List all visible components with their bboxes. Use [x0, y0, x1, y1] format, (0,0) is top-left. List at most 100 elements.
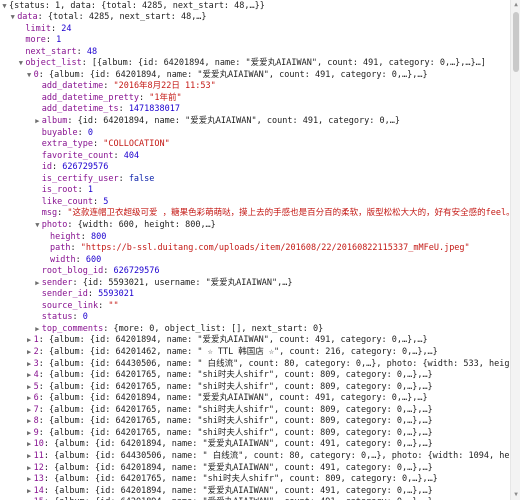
json-tree-row: next_start: 48 — [16, 47, 97, 59]
json-tree-node-row[interactable]: ▶ sender: {id: 5593021, username: "爱爱丸AIA… — [33, 278, 292, 290]
collapse-right-triangle-icon[interactable]: ▶ — [25, 463, 34, 475]
vertical-scrollbar[interactable]: ▲ ▼ — [510, 0, 520, 500]
json-preview-text: : {album: {id: 64201765, name: "shi时夫人sh… — [38, 381, 433, 392]
collapse-right-triangle-icon[interactable]: ▶ — [25, 474, 34, 486]
json-number-value: 1 — [87, 185, 93, 196]
json-tree-node-row[interactable]: ▶ 2: {album: {id: 64201462, name: " ☆ TTL… — [25, 347, 438, 359]
json-preview-text: : — [70, 243, 81, 254]
json-key: top_comments — [41, 323, 104, 334]
collapse-right-triangle-icon[interactable]: ▶ — [25, 370, 34, 382]
json-tree-node-row[interactable]: ▶ album: {id: 64201894, name: "爱爱丸AIAIWAN… — [33, 116, 400, 128]
json-preview-text: : — [57, 208, 68, 219]
json-tree-node-row[interactable]: ▼ 0: {album: {id: 64201894, name: "爱爱丸AIA… — [25, 70, 428, 82]
json-key: id — [41, 162, 53, 173]
json-tree-node-row[interactable]: ▶ 1: {album: {id: 64201894, name: "爱爱丸AIA… — [25, 335, 428, 347]
expand-down-triangle-icon[interactable]: ▼ — [25, 70, 34, 82]
json-key: object_list — [25, 58, 82, 69]
json-string-value: "2016年8月22日 11:53" — [113, 81, 216, 92]
collapse-right-triangle-icon[interactable]: ▶ — [25, 451, 34, 463]
collapse-right-triangle-icon[interactable]: ▶ — [33, 116, 42, 128]
expand-down-triangle-icon[interactable]: ▼ — [0, 1, 9, 13]
json-tree-node-row[interactable]: ▶ 10: {album: {id: 64201894, name: "爱爱丸AI… — [25, 439, 433, 451]
json-preview-text: : — [92, 196, 104, 207]
collapse-right-triangle-icon[interactable]: ▶ — [33, 278, 42, 290]
json-tree-row: favorite_count: 404 — [33, 151, 139, 163]
json-key: root_blog_id — [41, 266, 104, 277]
json-key: extra_type — [41, 139, 93, 150]
json-preview-text: : — [139, 92, 150, 103]
scroll-down-arrow-icon[interactable]: ▼ — [511, 490, 520, 500]
json-boolean-value: false — [128, 173, 155, 184]
json-tree-row: width: 600 — [41, 255, 101, 267]
json-tree-node-row[interactable]: ▶ 7: {album: {id: 64201765, name: "shi时夫人… — [25, 405, 433, 417]
json-tree-node-row[interactable]: ▼ {status: 1, data: {total: 4285, next_st… — [0, 1, 264, 13]
json-number-value: 0 — [87, 127, 93, 138]
json-key: next_start — [25, 46, 77, 57]
expand-down-triangle-icon[interactable]: ▼ — [8, 12, 17, 24]
json-tree-node-row[interactable]: ▶ 14: {album: {id: 64201894, name: "爱爱丸AI… — [25, 486, 433, 498]
collapse-right-triangle-icon[interactable]: ▶ — [25, 428, 34, 440]
json-key: msg — [41, 208, 58, 219]
expand-down-triangle-icon[interactable]: ▼ — [33, 220, 42, 232]
json-number-value: 1471838017 — [128, 104, 180, 115]
json-tree-node-row[interactable]: ▶ 4: {album: {id: 64201765, name: "shi时夫人… — [25, 370, 433, 382]
collapse-right-triangle-icon[interactable]: ▶ — [25, 359, 34, 371]
json-tree-row: add_datetime_ts: 1471838017 — [33, 104, 180, 116]
json-preview-text: : — [103, 266, 114, 277]
json-key: 14 — [33, 485, 44, 496]
json-key: 11 — [33, 450, 44, 461]
json-key: add_datetime — [41, 81, 104, 92]
collapse-right-triangle-icon[interactable]: ▶ — [25, 335, 34, 347]
json-tree-node-row[interactable]: ▼ object_list: [{album: {id: 64201894, na… — [16, 58, 486, 70]
json-tree-node-row[interactable]: ▶ 9: {album: {id: 64201765, name: "shi时夫人… — [25, 428, 433, 440]
json-preview-text: : {album: {id: 64201894, name: "爱爱丸AIAIW… — [43, 485, 433, 496]
json-number-value: 0 — [82, 312, 88, 323]
json-tree-node-row[interactable]: ▼ data: {total: 4285, next_start: 48,…} — [8, 12, 207, 24]
json-string-value: "COLLOCATION" — [103, 139, 170, 150]
json-number-value: 1 — [56, 35, 62, 46]
json-tree-row: like_count: 5 — [33, 197, 109, 209]
json-key: 13 — [33, 474, 44, 485]
collapse-right-triangle-icon[interactable]: ▶ — [25, 347, 34, 359]
json-tree-row: path: "https://b-ssl.duitang.com/uploads… — [41, 243, 470, 255]
json-preview-text: : — [52, 162, 63, 173]
json-preview-text: : {album: {id: 64430506, name: " 白线流", c… — [43, 450, 510, 461]
scroll-up-arrow-icon[interactable]: ▲ — [511, 0, 520, 10]
json-tree-row: sender_id: 5593021 — [33, 289, 134, 301]
collapse-right-triangle-icon[interactable]: ▶ — [25, 486, 34, 498]
collapse-right-triangle-icon[interactable]: ▶ — [25, 439, 34, 451]
json-number-value: 600 — [85, 254, 102, 265]
json-tree-node-row[interactable]: ▶ 3: {album: {id: 64430506, name: " 白线流",… — [25, 359, 510, 371]
json-preview-text: : {album: {id: 64201765, name: "shi时夫人sh… — [38, 404, 433, 415]
json-tree-row: source_link: "" — [33, 301, 119, 313]
collapse-right-triangle-icon[interactable]: ▶ — [25, 393, 34, 405]
collapse-right-triangle-icon[interactable]: ▶ — [33, 324, 42, 336]
json-preview-text: : {album: {id: 64201765, name: "shi时夫人sh… — [38, 427, 433, 438]
json-string-value: "https://b-ssl.duitang.com/uploads/item/… — [80, 243, 470, 254]
json-preview-text: : {album: {id: 64201765, name: "shi时夫人sh… — [38, 416, 433, 427]
json-preview-text: : {album: {id: 64430506, name: " 白线流", c… — [38, 358, 510, 369]
json-tree-node-row[interactable]: ▶ 5: {album: {id: 64201765, name: "shi时夫人… — [25, 382, 433, 394]
json-preview-text: : — [92, 139, 104, 150]
collapse-right-triangle-icon[interactable]: ▶ — [25, 416, 34, 428]
collapse-right-triangle-icon[interactable]: ▶ — [25, 405, 34, 417]
json-tree-node-row[interactable]: ▶ 6: {album: {id: 64201894, name: "爱爱丸AIA… — [25, 393, 428, 405]
json-tree-node-row[interactable]: ▶ 11: {album: {id: 64430506, name: " 白线流"… — [25, 451, 510, 463]
json-tree-row: extra_type: "COLLOCATION" — [33, 139, 170, 151]
json-tree-row: id: 626729576 — [33, 162, 109, 174]
scrollbar-thumb[interactable] — [513, 12, 519, 72]
json-key: status — [41, 312, 73, 323]
collapse-right-triangle-icon[interactable]: ▶ — [25, 382, 34, 394]
json-preview-text: : {album: {id: 64201462, name: " ☆ TTL 韩… — [38, 347, 438, 357]
json-tree-row: is_certify_user: false — [33, 174, 155, 186]
json-preview-text: : [{album: {id: 64201894, name: "爱爱丸AIAI… — [81, 58, 486, 69]
json-tree-node-row[interactable]: ▶ top_comments: {more: 0, object_list: []… — [33, 324, 323, 336]
json-tree-node-row[interactable]: ▶ 12: {album: {id: 64201894, name: "爱爱丸AI… — [25, 463, 433, 475]
json-tree-node-row[interactable]: ▼ photo: {width: 600, height: 800,…} — [33, 220, 216, 232]
json-preview-text: : — [75, 254, 86, 265]
json-tree-row: height: 800 — [41, 232, 106, 244]
json-tree-node-row[interactable]: ▶ 8: {album: {id: 64201765, name: "shi时夫人… — [25, 416, 433, 428]
json-key: width — [50, 254, 76, 265]
json-tree-node-row[interactable]: ▶ 13: {album: {id: 64201765, name: "shi时夫… — [25, 474, 438, 486]
json-preview-text: : {total: 4285, next_start: 48,…} — [37, 12, 207, 23]
